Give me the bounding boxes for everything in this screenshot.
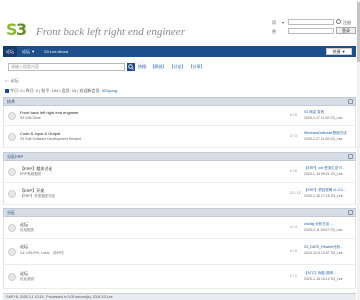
forum-row: 论坛 C#, DELPHI, Linux, 【ERP】 9 / 9 S3_DAT… — [3, 239, 356, 265]
breadcrumb-forum[interactable]: 论坛 — [11, 78, 19, 83]
last-post-date: 2024-12-9 13:07 S3_Lee — [304, 251, 343, 255]
last-post-link[interactable]: S3_DATE_Rewrite分析... — [304, 245, 343, 250]
forum-icon — [8, 224, 16, 232]
last-post-link[interactable]: S3 商店 发布 — [304, 110, 324, 115]
dropdown-icon[interactable]: ▾ — [282, 20, 284, 25]
quick-menu-button[interactable]: 快捷 ▼ — [326, 48, 352, 55]
last-post-date: 2025-1-15 17:15 S3_Lee — [304, 194, 343, 198]
collapse-icon[interactable] — [348, 154, 353, 159]
forum-count: 4 / 4 — [290, 225, 297, 229]
last-post-link[interactable]: ch4dig 分析方法 ... — [304, 222, 333, 227]
last-post-date: 2025-1-15 15:12 S3_Lee — [304, 277, 343, 281]
forum-name[interactable]: 论坛 — [20, 244, 28, 250]
last-post-date: 2025-1-14 09:21 S3_Lee — [304, 172, 343, 176]
hotword-link[interactable]: 【分享】 — [189, 64, 205, 69]
category-header: 分区ERP — [3, 152, 356, 161]
forum-icon — [8, 190, 16, 198]
main-nav: 论坛 论坛 ▼ S3 Lee About 快捷 ▼ — [3, 46, 356, 57]
forum-stats: 今日: 0 | 昨日: 0 | 帖子: 194 | 会员: 15 | 欢迎新会员… — [5, 88, 117, 94]
newest-member-link[interactable]: 322yong — [102, 88, 117, 93]
password-input[interactable] — [288, 28, 334, 34]
forum-desc: C#, DELPHI, Linux, 【ERP】 — [20, 251, 66, 255]
last-post-date: 2025-2-11 09:47 S3_Lee — [304, 228, 343, 232]
last-post-link[interactable]: 【ATC】功能 说明 ... — [304, 271, 337, 276]
nav-about[interactable]: S3 Lee About — [41, 46, 71, 57]
search-input[interactable]: 请输入搜索内容 — [8, 63, 125, 71]
login-button[interactable]: 登录 — [336, 27, 356, 34]
last-post-link[interactable]: 【ERP】xxx 任务汇总 R... — [304, 166, 345, 171]
last-post-link[interactable]: 【ERP】项目说明 v1.0.0... — [304, 188, 346, 193]
category-title[interactable]: 技术 — [7, 99, 15, 105]
stats-text: 今日: 0 | 昨日: 0 | 帖子: 194 | 会员: 15 | 欢迎新会员… — [10, 88, 101, 93]
forum-row: 论坛 论坛相关 4 / 4 ch4dig 分析方法 ... 2025-2-11 … — [3, 217, 356, 239]
forum-icon — [8, 133, 16, 141]
stats-icon — [5, 88, 9, 93]
forum-name[interactable]: Front back left right end engineer — [20, 110, 79, 115]
forum-desc: S3 Soft Software Development Related — [20, 137, 81, 141]
forum-desc: 论坛相关 — [20, 228, 34, 232]
hotword-link[interactable]: 【讨论】 — [169, 64, 185, 69]
forum-count: 5 / 5 — [290, 113, 297, 117]
forum-icon — [8, 112, 16, 120]
forum-name[interactable]: Code & Input & Output — [20, 131, 60, 136]
forum-row: Front back left right end engineer S3 So… — [3, 106, 356, 126]
forum-icon — [8, 168, 16, 176]
forum-desc: 【ERP】开发相关讨论 — [20, 194, 56, 198]
forum-row: Code & Input & Output S3 Soft Software D… — [3, 126, 356, 148]
forum-row: 【ERP】相关讨论 ERP系统相关 6 / 6 【ERP】xxx 任务汇总 R.… — [3, 161, 356, 183]
last-post-link[interactable]: WindowsDefender禁用方法 — [304, 131, 347, 136]
footer-bar: GMT+8, 2025-3-1 10:19 , Processed in 0.0… — [3, 293, 356, 300]
username-input[interactable] — [288, 19, 334, 25]
category-title[interactable]: 分区ERP — [7, 154, 23, 160]
forum-count: 3 / 3 — [290, 134, 297, 138]
last-post-date: 2025-1-17 11:52 S3_Lee — [304, 116, 343, 120]
forum-count: 9 / 9 — [290, 249, 297, 253]
forum-desc: 论坛测试 — [20, 277, 34, 281]
remember-checkbox[interactable] — [336, 19, 341, 24]
forum-row: 【ERP】开发 【ERP】开发相关讨论 12 / 12 【ERP】项目说明 v1… — [3, 183, 356, 205]
category-header: 技术 — [3, 97, 356, 106]
hot-search: 热搜: 【原创】 【讨论】 【分享】 — [138, 64, 207, 70]
password-label: 密 — [272, 29, 276, 34]
collapse-icon[interactable] — [348, 210, 353, 215]
forum-icon — [8, 248, 16, 256]
forum-desc: ERP系统相关 — [20, 172, 42, 176]
category-header: 分区 — [3, 208, 356, 217]
register-link[interactable]: 注册 — [343, 20, 351, 26]
username-label: 用 — [272, 20, 276, 25]
forum-count: 2 / 2 — [290, 274, 297, 278]
forum-count: 6 / 6 — [290, 169, 297, 173]
nav-forum[interactable]: 论坛 — [3, 46, 17, 57]
last-post-date: 2025-2-27 11:53 S3_Lee — [304, 137, 343, 141]
site-title: Front back left right end engineer — [36, 26, 185, 38]
nav-board[interactable]: 论坛 ▼ — [19, 46, 38, 57]
category-title[interactable]: 分区 — [7, 210, 15, 216]
forum-count: 12 / 12 — [290, 191, 301, 195]
svg-text:3: 3 — [16, 20, 26, 38]
breadcrumb: ⌂›论坛 — [5, 78, 19, 83]
forum-row: 论坛 论坛测试 2 / 2 【ATC】功能 说明 ... 2025-1-15 1… — [3, 265, 356, 289]
search-button[interactable] — [127, 63, 135, 71]
hotwords-label: 热搜: — [138, 64, 148, 69]
collapse-icon[interactable] — [348, 99, 353, 104]
site-logo[interactable]: S 3 — [6, 20, 26, 38]
search-icon — [128, 64, 134, 70]
forum-desc: S3 Soft Store — [20, 116, 41, 120]
forum-icon — [8, 273, 16, 281]
hotword-link[interactable]: 【原创】 — [150, 64, 166, 69]
